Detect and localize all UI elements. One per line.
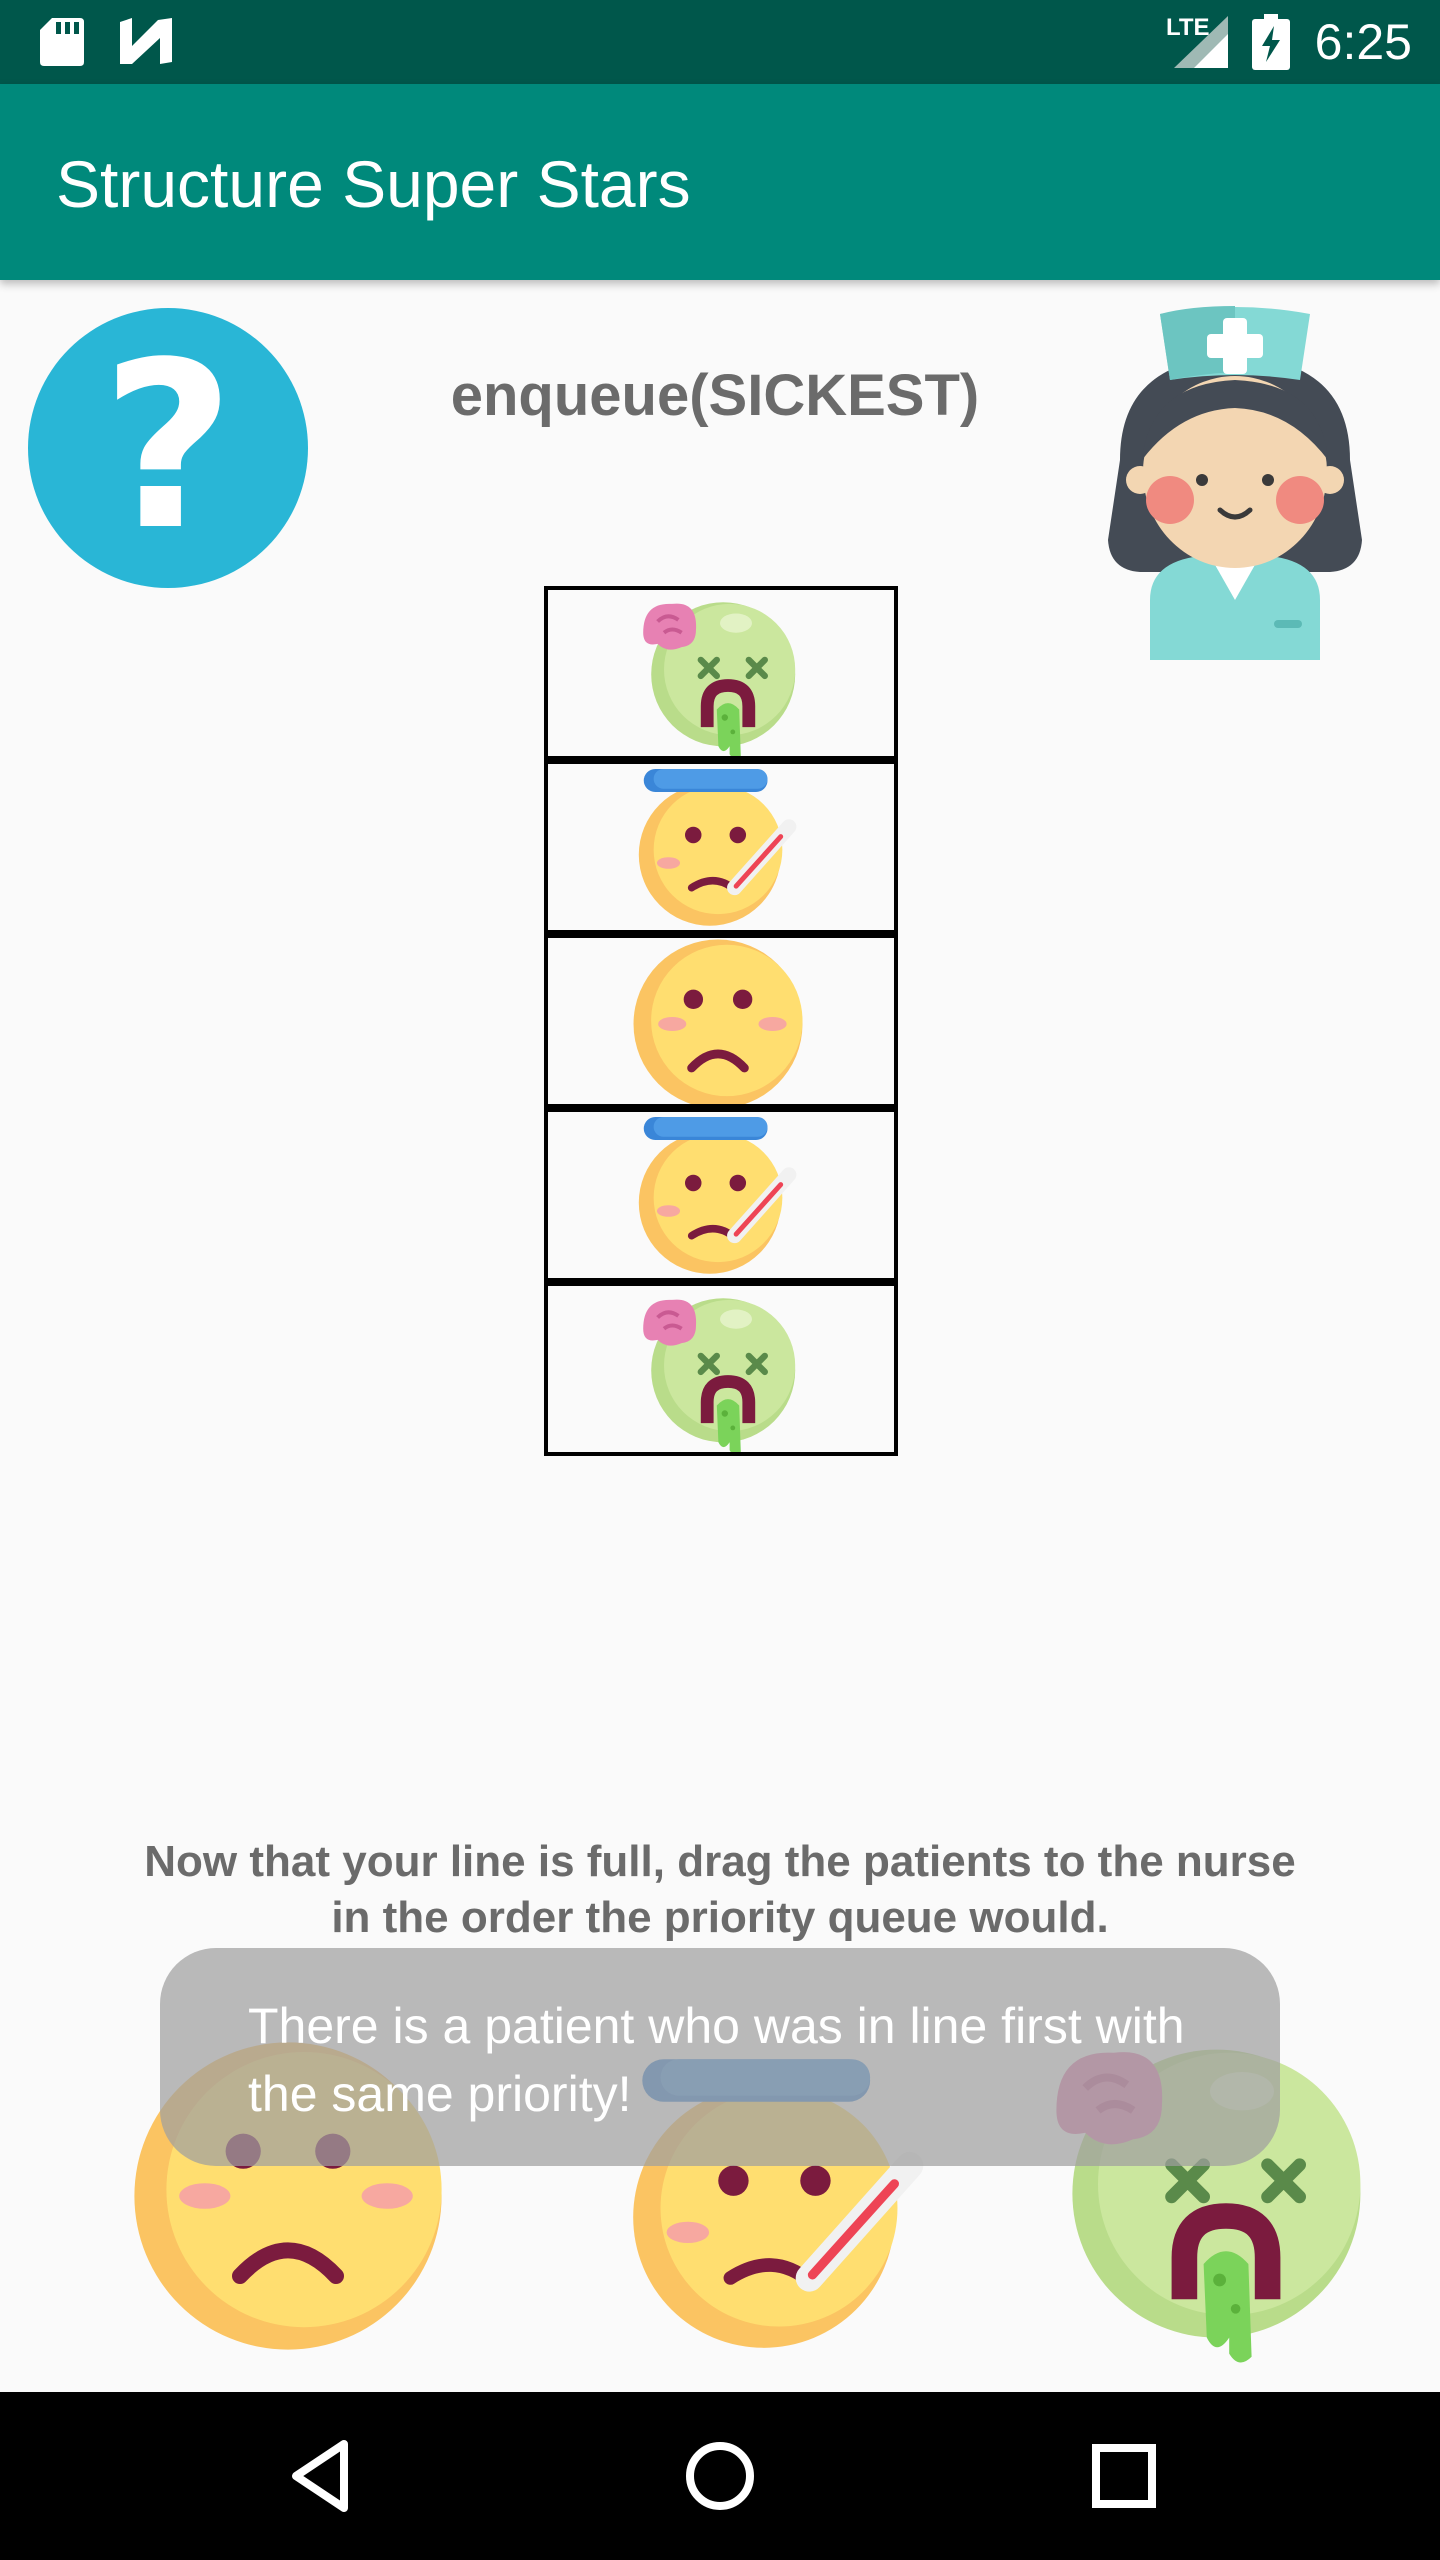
- sd-card-icon: [40, 18, 84, 66]
- queue-slot[interactable]: [544, 760, 898, 934]
- toast-text: There is a patient who was in line first…: [248, 1992, 1208, 2128]
- navigation-bar: [0, 2392, 1440, 2560]
- operation-label: enqueue(SICKEST): [450, 363, 980, 428]
- recents-icon[interactable]: [1074, 2426, 1174, 2526]
- back-icon[interactable]: [270, 2426, 370, 2526]
- queue-slot[interactable]: [544, 1282, 898, 1456]
- queue-slot[interactable]: [544, 934, 898, 1108]
- toast-line-1: There is a patient who was in line first…: [248, 1998, 1185, 2054]
- clock: 6:25: [1314, 14, 1412, 70]
- app-bar: Structure Super Stars: [0, 84, 1440, 280]
- n-icon: [120, 18, 172, 64]
- question-mark-icon: ?: [101, 314, 235, 581]
- nurse-icon[interactable]: [1090, 300, 1380, 670]
- patient-sickest-icon[interactable]: [640, 590, 800, 760]
- instructions-text: Now that your line is full, drag the pat…: [100, 1834, 1340, 1946]
- toast-line-2: the same priority!: [248, 2066, 632, 2122]
- patient-sad-icon[interactable]: [630, 936, 806, 1108]
- help-button[interactable]: ?: [28, 308, 308, 588]
- priority-queue: [544, 586, 898, 1462]
- battery-charging-icon: [1252, 14, 1290, 70]
- toast-message: There is a patient who was in line first…: [160, 1948, 1280, 2166]
- status-bar: LTE 6:25: [0, 0, 1440, 84]
- patient-sick-icon[interactable]: [632, 1112, 804, 1277]
- queue-slot[interactable]: [544, 586, 898, 760]
- instructions-line-1: Now that your line is full, drag the pat…: [144, 1837, 1296, 1886]
- app-title: Structure Super Stars: [56, 147, 691, 221]
- instructions-line-2: in the order the priority queue would.: [331, 1893, 1109, 1942]
- patient-sick-icon[interactable]: [632, 764, 804, 929]
- signal-icon: [1174, 16, 1228, 68]
- patient-sickest-icon[interactable]: [640, 1286, 800, 1456]
- queue-slot[interactable]: [544, 1108, 898, 1282]
- home-icon[interactable]: [670, 2426, 770, 2526]
